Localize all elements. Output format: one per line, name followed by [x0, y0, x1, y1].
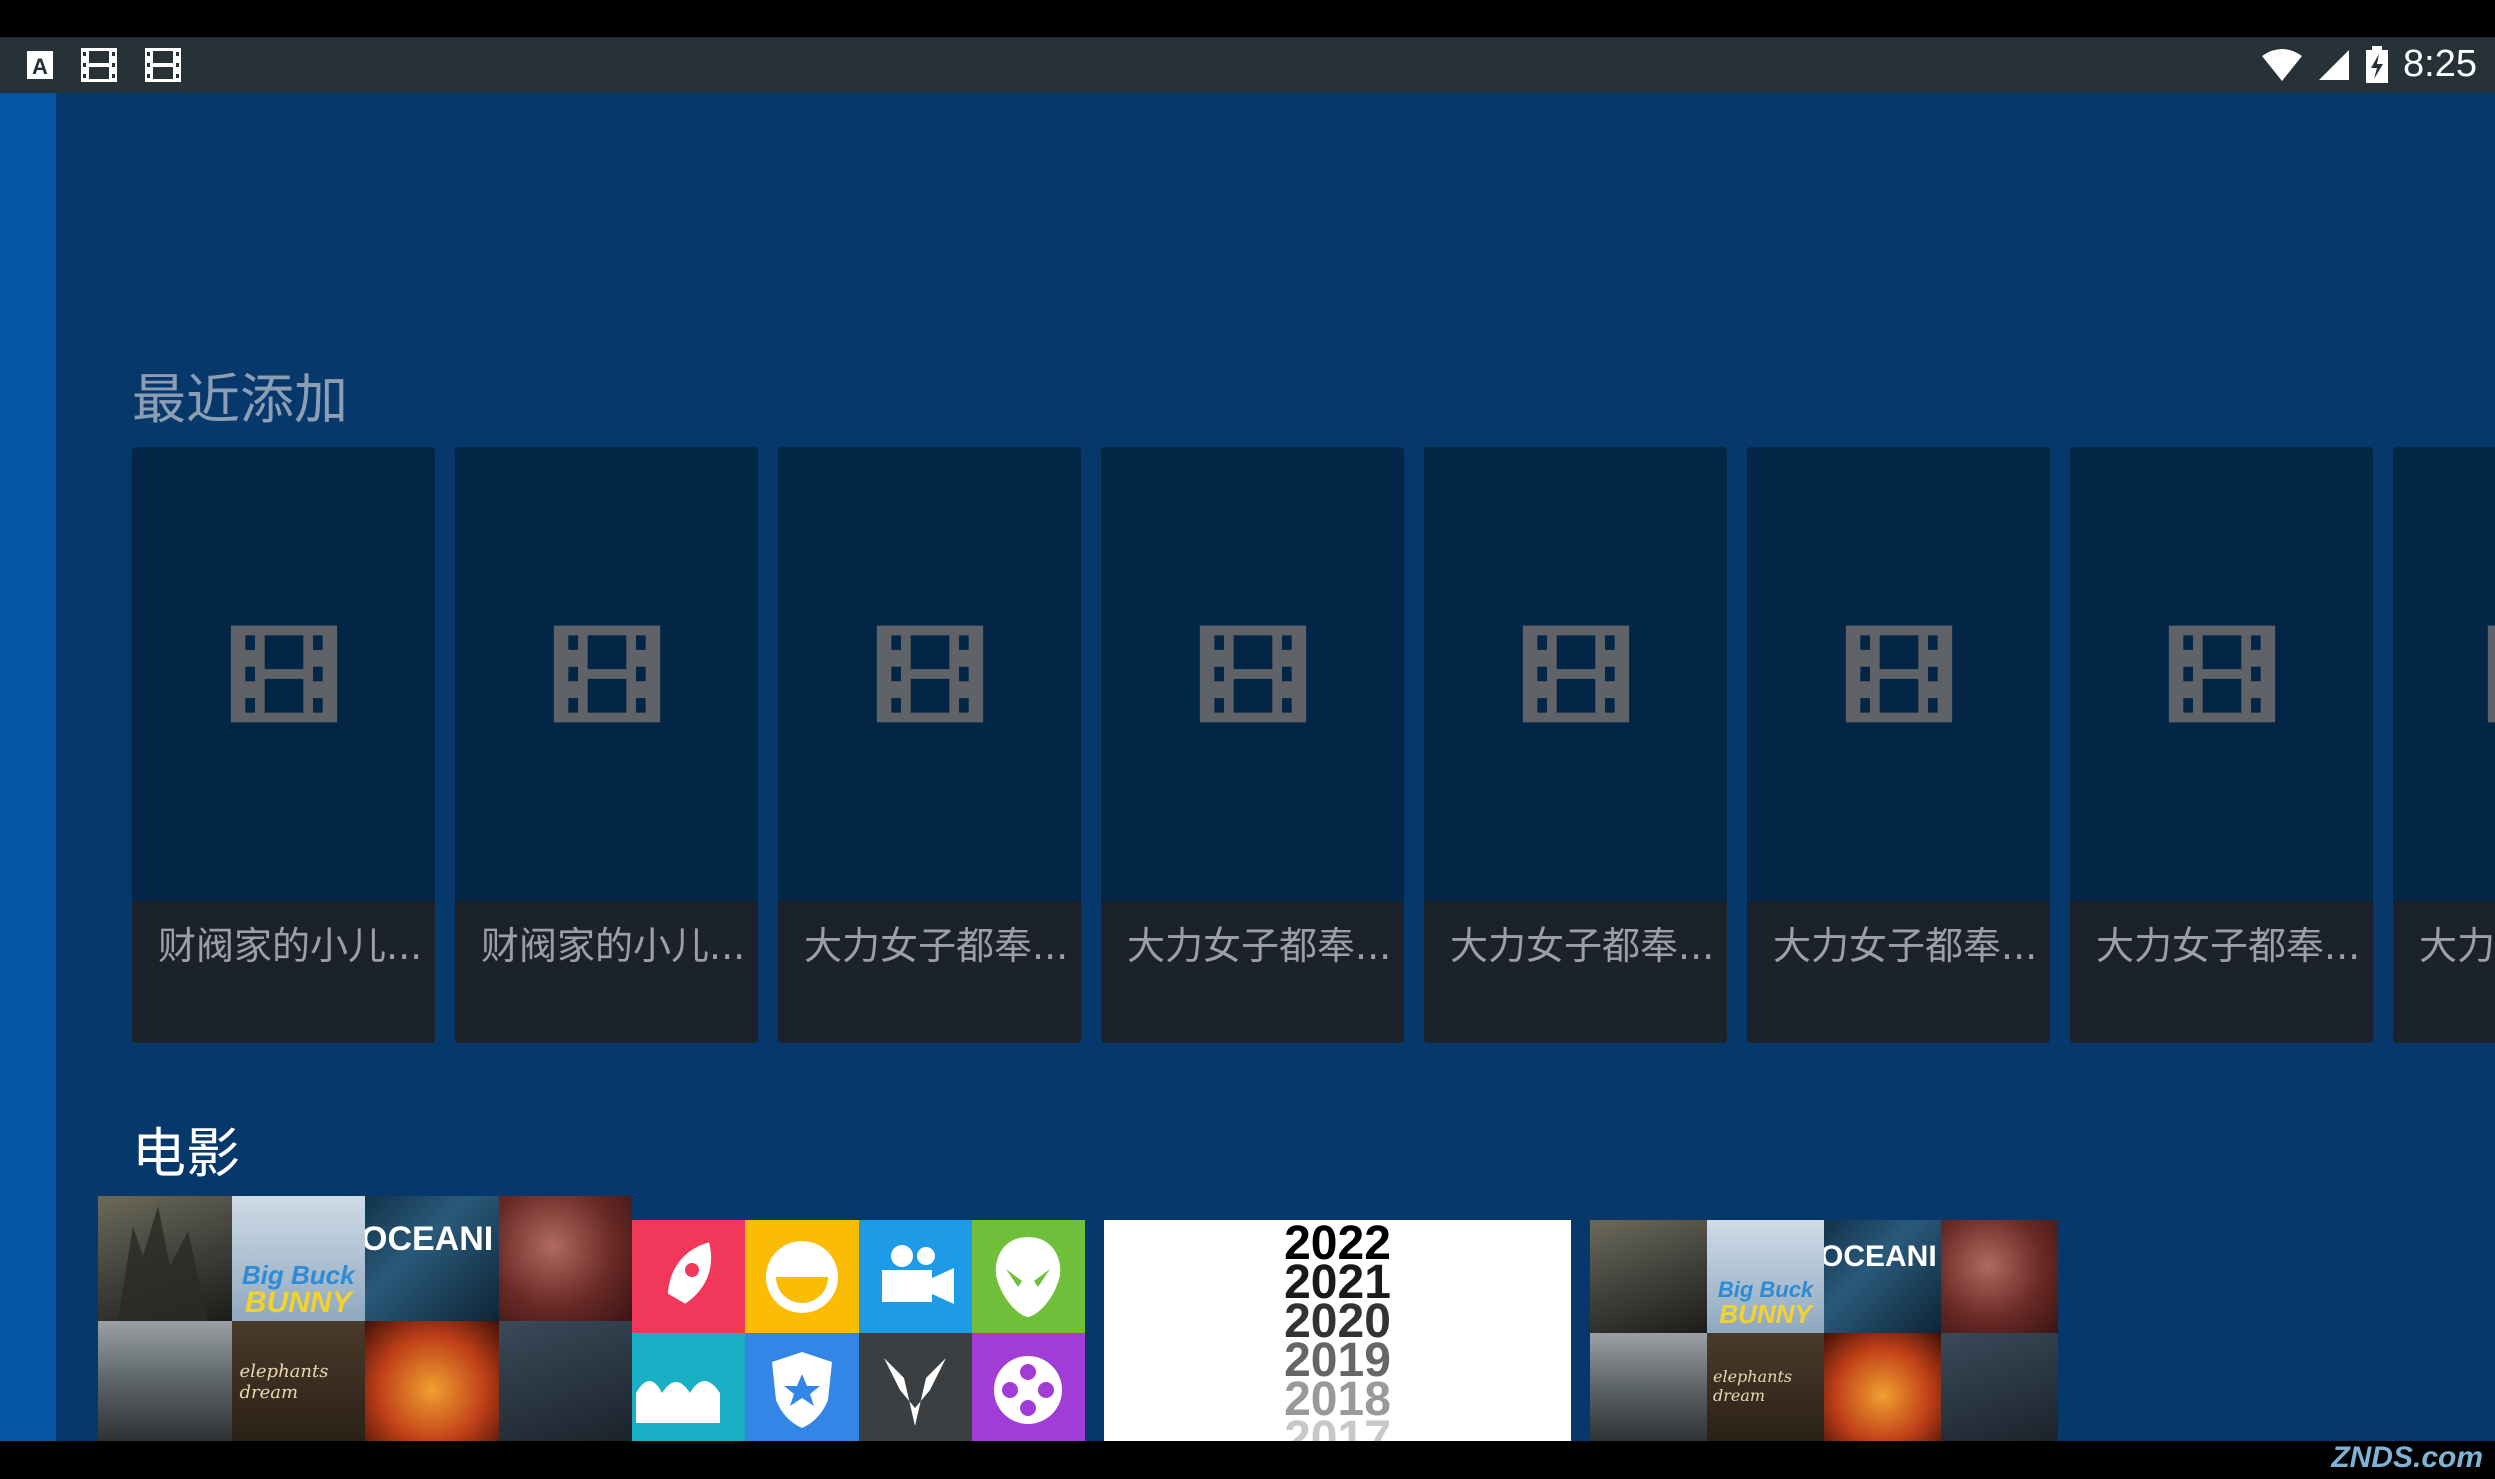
card-art	[132, 447, 435, 901]
poster-cell	[1824, 1333, 1941, 1441]
film-icon	[230, 625, 337, 723]
film-strip-icon	[145, 48, 181, 82]
card-title: 财阀家的小儿...	[455, 901, 758, 1043]
film-icon	[1845, 625, 1952, 723]
card-title: 财阀家的小儿...	[132, 901, 435, 1043]
a-box-icon: A	[27, 51, 53, 79]
media-card[interactable]: 大力女子都奉...	[1424, 447, 1727, 1043]
police-badge-icon	[771, 1351, 832, 1428]
card-title: 大力女子都奉...	[778, 901, 1081, 1043]
film-icon	[876, 625, 983, 723]
poster-cell: Big Buck BUNNY	[231, 1196, 365, 1321]
poster-cell	[98, 1196, 232, 1321]
alien-icon	[996, 1236, 1061, 1317]
recent-row: 财阀家的小儿... 财阀家的小儿... 大力女子都奉... 大力女子都奉... …	[132, 447, 2495, 1043]
bottom-black-bar: ZNDS.com	[0, 1441, 2495, 1479]
section-title-recent: 最近添加	[132, 368, 348, 431]
poster-cell: OCEANI	[1824, 1220, 1941, 1333]
poster-collage-tile[interactable]: Big Buck BUNNY OCEANI elephants dream	[1590, 1220, 2058, 1441]
media-card[interactable]: 大力女子都奉...	[1101, 447, 1404, 1043]
film-icon	[1199, 625, 1306, 723]
film-icon	[2487, 625, 2495, 723]
card-art	[455, 447, 758, 901]
card-art	[1747, 447, 2050, 901]
card-title: 大力女子都奉...	[1424, 901, 1727, 1043]
top-black-bar	[0, 0, 2495, 37]
poster-cell	[498, 1321, 632, 1441]
poster-collage-tile[interactable]: Big Buck BUNNY OCEANI elephants dream	[98, 1196, 632, 1441]
icon-cell	[745, 1333, 859, 1441]
clock: 8:25	[2403, 43, 2477, 85]
movies-row: Big Buck BUNNY OCEANI elephants dream 20…	[98, 1196, 2495, 1441]
media-card[interactable]: 大力	[2393, 447, 2495, 1043]
icon-cell	[971, 1333, 1085, 1441]
cell-signal-icon	[2319, 49, 2350, 80]
card-art	[778, 447, 1081, 901]
icon-cell	[745, 1220, 859, 1333]
poster-cell	[1590, 1220, 1707, 1333]
poster-cell: elephants dream	[1707, 1333, 1824, 1441]
card-title: 大力	[2393, 901, 2495, 1043]
icon-cell	[632, 1333, 746, 1441]
rocket-icon	[667, 1241, 711, 1304]
film-icon	[1522, 625, 1629, 723]
vampire-icon	[884, 1357, 947, 1426]
svg-text:A: A	[32, 54, 48, 79]
genre-icons-tile[interactable]	[632, 1220, 1085, 1441]
poster-cell: Big Buck BUNNY	[1707, 1220, 1824, 1333]
poster-cell	[1941, 1333, 2058, 1441]
watermark: ZNDS.com	[2331, 1441, 2483, 1474]
bigbuck-line2: BUNNY	[244, 1286, 352, 1319]
battery-charging-icon	[2366, 45, 2389, 83]
media-card[interactable]: 财阀家的小儿...	[132, 447, 435, 1043]
film-reel-icon	[994, 1355, 1063, 1424]
elephants-text: elephants dream	[1713, 1367, 1793, 1405]
card-title: 大力女子都奉...	[1747, 901, 2050, 1043]
bigbuck-line2: BUNNY	[1719, 1299, 1812, 1329]
poster-cell	[98, 1321, 232, 1441]
card-title: 大力女子都奉...	[2070, 901, 2373, 1043]
spires-art	[118, 1206, 208, 1321]
status-bar: A 8:25	[0, 37, 2495, 93]
film-icon	[553, 625, 660, 723]
poster-cell	[365, 1321, 499, 1441]
poster-cell: OCEANI	[365, 1196, 499, 1321]
years-tile[interactable]: 2022 2021 2020 2019 2018 2017	[1104, 1220, 1571, 1441]
card-title: 大力女子都奉...	[1101, 901, 1404, 1043]
section-title-movies: 电影	[132, 1122, 240, 1185]
poster-cell	[1590, 1333, 1707, 1441]
oceans-text: OCEANI	[1824, 1240, 1937, 1273]
card-art	[2393, 447, 2495, 901]
wifi-icon	[2262, 48, 2303, 81]
card-art	[2070, 447, 2373, 901]
video-camera-icon	[882, 1244, 955, 1304]
poster-cell	[1941, 1220, 2058, 1333]
smiley-icon	[765, 1240, 838, 1313]
elephants-text: elephants dream	[239, 1361, 329, 1403]
poster-cell	[498, 1196, 632, 1321]
side-rail[interactable]	[0, 93, 56, 1441]
poster-cell: elephants dream	[231, 1321, 365, 1441]
card-art	[1424, 447, 1727, 901]
card-art	[1101, 447, 1404, 901]
media-card[interactable]: 大力女子都奉...	[2070, 447, 2373, 1043]
bigbuck-line1: Big Buck	[241, 1260, 355, 1290]
film-strip-icon	[81, 48, 117, 82]
icon-cell	[971, 1220, 1085, 1333]
film-icon	[2168, 625, 2275, 723]
family-icon	[636, 1381, 720, 1423]
icon-cell	[632, 1220, 746, 1333]
media-card[interactable]: 财阀家的小儿...	[455, 447, 758, 1043]
media-card[interactable]: 大力女子都奉...	[1747, 447, 2050, 1043]
year-label: 2017	[1284, 1412, 1391, 1442]
main-screen: 最近添加 财阀家的小儿... 财阀家的小儿... 大力女子都奉... 大力女子都…	[0, 93, 2495, 1441]
icon-cell	[858, 1333, 972, 1441]
oceans-text: OCEANI	[365, 1220, 494, 1258]
media-card[interactable]: 大力女子都奉...	[778, 447, 1081, 1043]
icon-cell	[858, 1220, 972, 1333]
